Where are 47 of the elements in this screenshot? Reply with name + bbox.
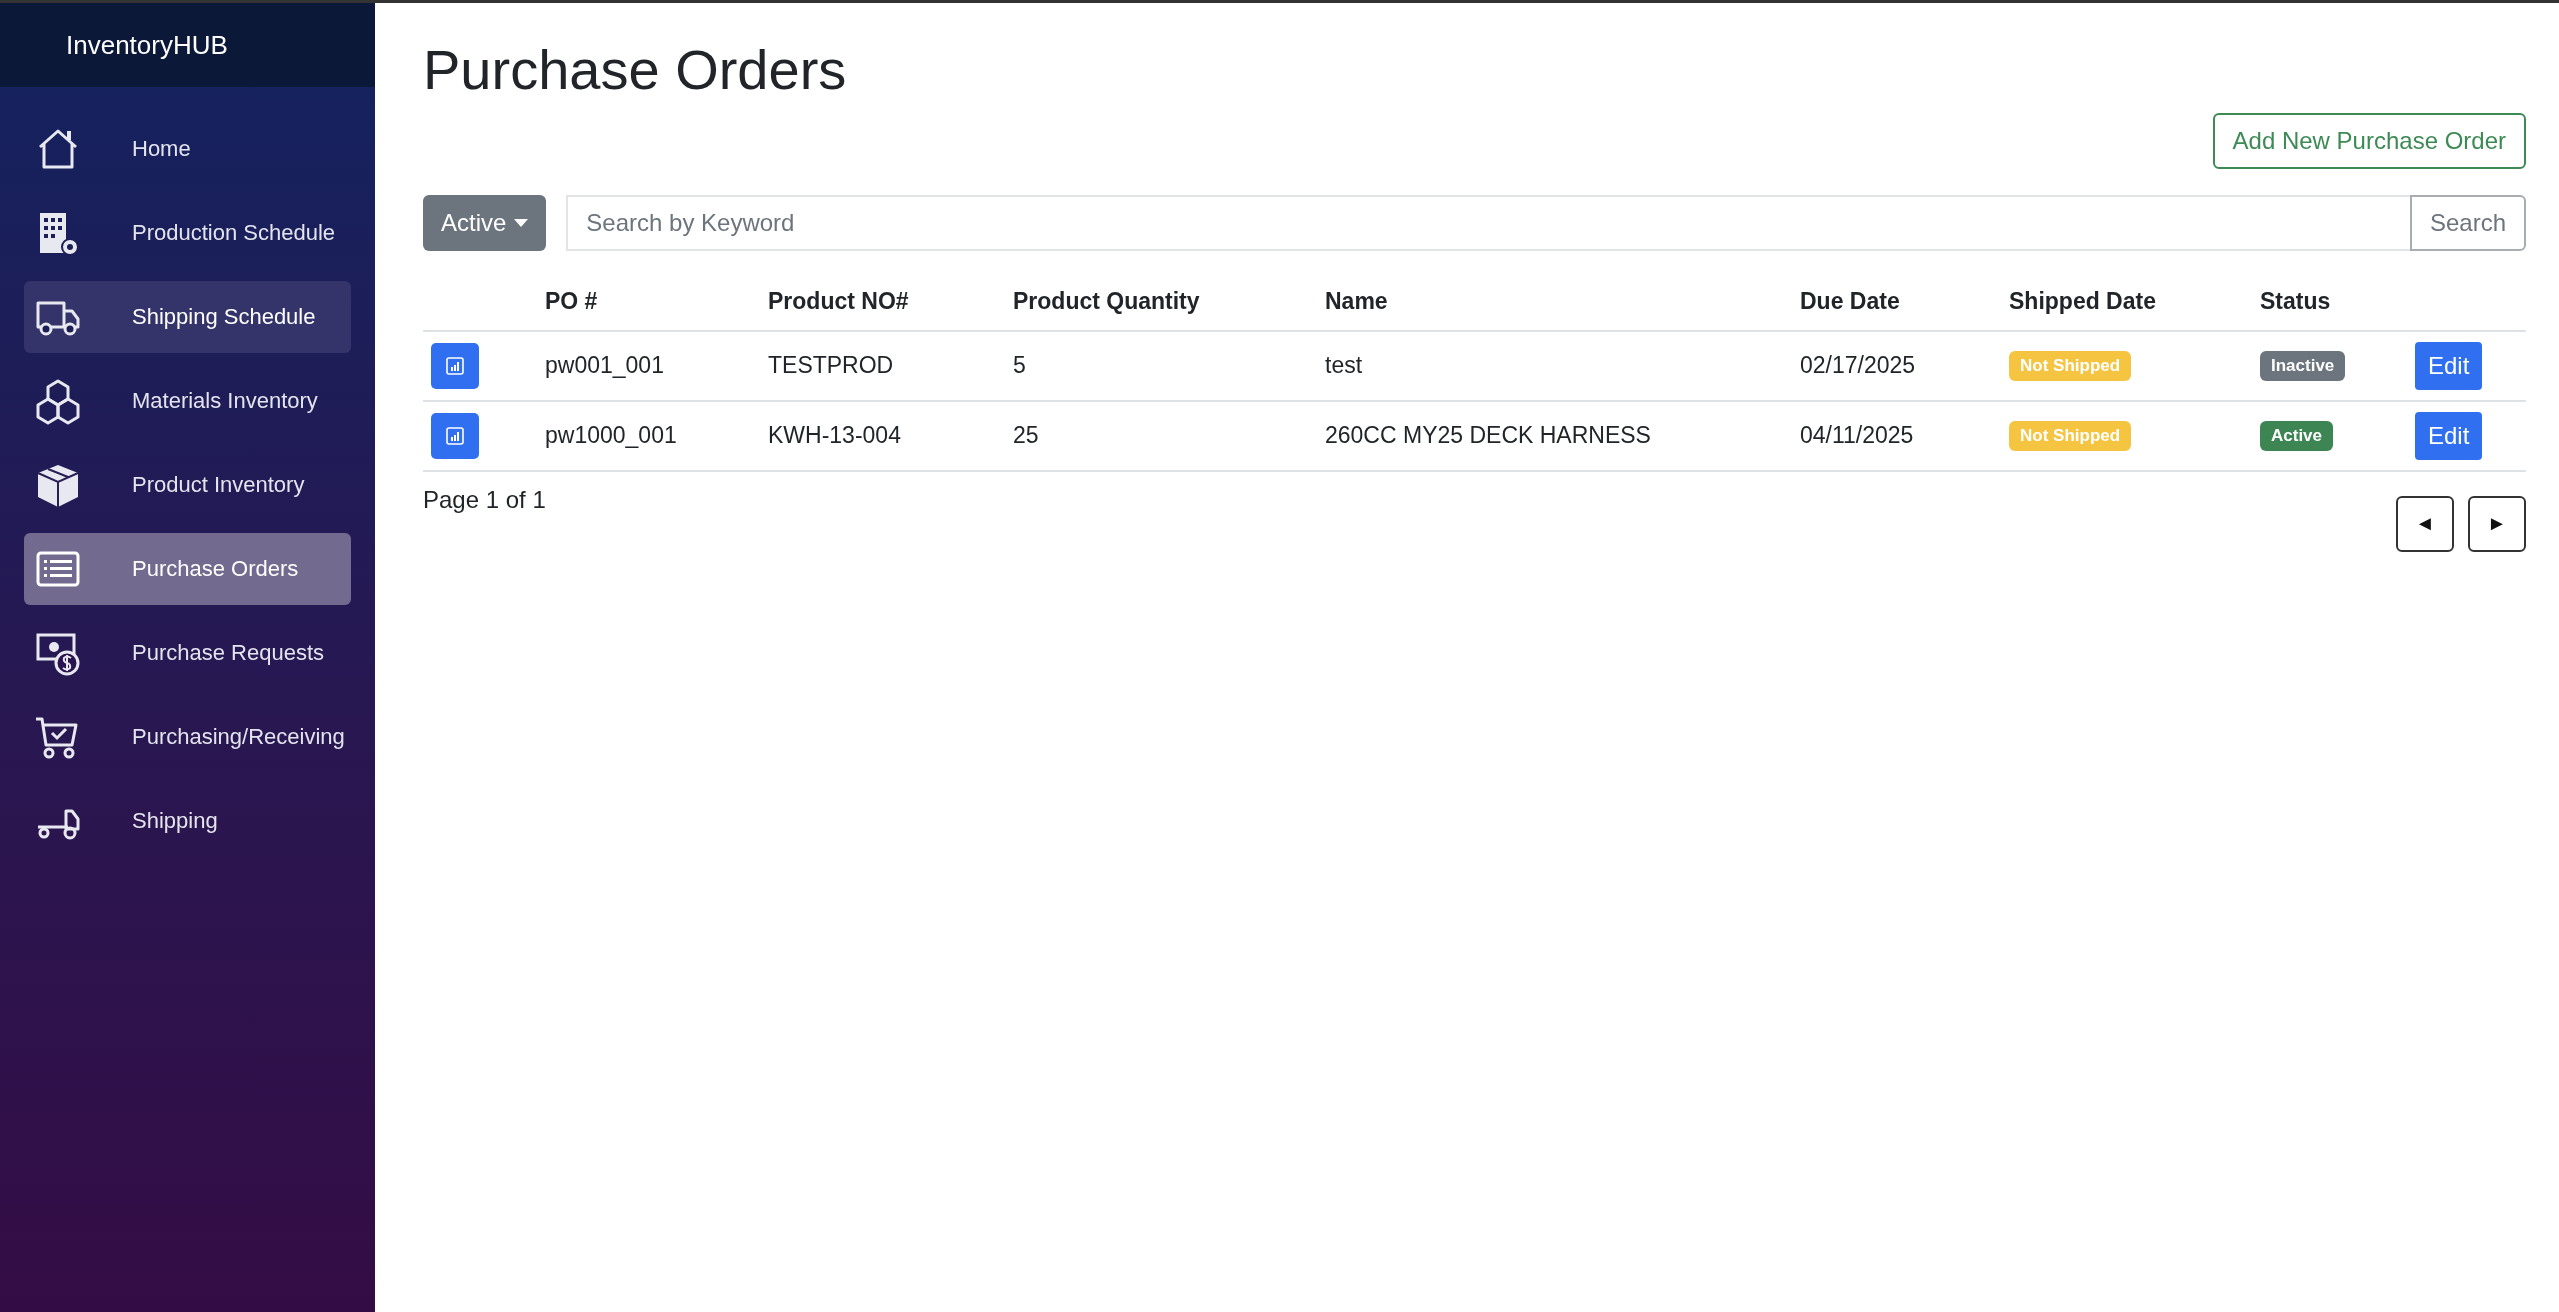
status-filter-dropdown[interactable]: Active: [423, 194, 547, 251]
status-badge: Inactive: [2260, 351, 2346, 382]
table-cell: 04/11/2025: [1792, 400, 2001, 471]
table-cell: 25: [1005, 400, 1317, 471]
table-cell: 260CC MY25 DECK HARNESS: [1317, 400, 1792, 471]
page-count: Page 1 of 1: [423, 485, 546, 514]
sidebar-item[interactable]: Materials Inventory: [24, 365, 351, 437]
page-title: Purchase Orders: [423, 39, 848, 101]
next-page-button[interactable]: ►: [2468, 495, 2526, 552]
cubes-icon: [34, 377, 82, 425]
table-cell: 5: [1005, 330, 1317, 401]
column-header: Shipped Date: [2001, 272, 2252, 331]
search-button[interactable]: Search: [2409, 194, 2526, 251]
table-cell: 02/17/2025: [1792, 330, 2001, 401]
previous-page-button[interactable]: ◄: [2396, 495, 2454, 552]
chart-icon: [446, 426, 464, 445]
shipping-status-badge: Not Shipped: [2009, 351, 2132, 382]
table-cell: pw1000_001: [537, 400, 760, 471]
sidebar-item[interactable]: Home: [24, 113, 351, 185]
column-header: Product NO#: [760, 272, 1005, 331]
table-cell: TESTPROD: [760, 330, 1005, 401]
sidebar-item[interactable]: Purchasing/Receiving: [24, 701, 351, 773]
table-cell: KWH-13-004: [760, 400, 1005, 471]
sidebar-item[interactable]: Purchase Orders: [24, 533, 351, 605]
table-cell: test: [1317, 330, 1792, 401]
sidebar-item[interactable]: Shipping: [24, 785, 351, 857]
column-header: Due Date: [1792, 272, 2001, 331]
report-button[interactable]: [431, 342, 479, 389]
column-header: Status: [2252, 272, 2407, 331]
sidebar-item[interactable]: Product Inventory: [24, 449, 351, 521]
brand-title: InventoryHUB: [0, 3, 375, 87]
sidebar-item[interactable]: Shipping Schedule: [24, 281, 351, 353]
column-header: Name: [1317, 272, 1792, 331]
report-button[interactable]: [431, 412, 479, 459]
column-header: PO #: [537, 272, 760, 331]
sidebar-item[interactable]: Purchase Requests: [24, 617, 351, 689]
shipping-status-badge: Not Shipped: [2009, 421, 2132, 452]
edit-button[interactable]: Edit: [2415, 341, 2483, 390]
add-purchase-order-button[interactable]: Add New Purchase Order: [2212, 112, 2526, 169]
search-field[interactable]: Search by Keyword: [566, 194, 2410, 251]
sidebar-item[interactable]: Production Schedule: [24, 197, 351, 269]
edit-button[interactable]: Edit: [2415, 411, 2483, 460]
caret-icon: [514, 218, 529, 227]
column-header: Product Quantity: [1005, 272, 1317, 331]
table-cell: pw001_001: [537, 330, 760, 401]
status-badge: Active: [2260, 421, 2334, 452]
chart-icon: [446, 356, 464, 375]
